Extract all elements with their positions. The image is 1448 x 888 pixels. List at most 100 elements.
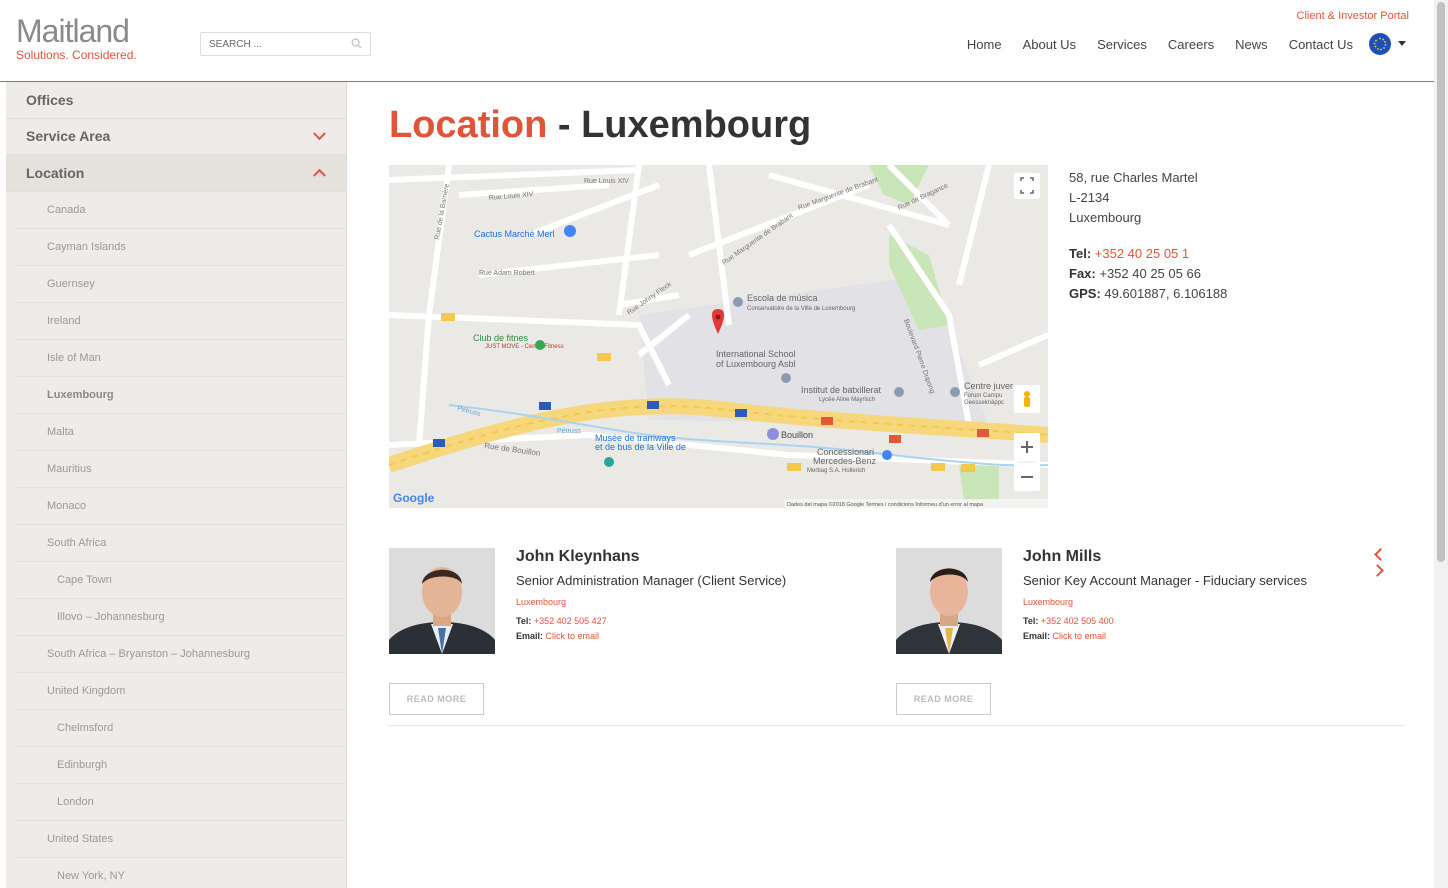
- sidebar-location-item[interactable]: Mauritius: [16, 451, 346, 488]
- title-accent: Location: [389, 104, 548, 146]
- svg-text:Centre juver: Centre juver: [964, 381, 1013, 391]
- site-header: Maitland Solutions. Considered. Client &…: [0, 0, 1434, 82]
- svg-text:Merbag S.A. Hollerich: Merbag S.A. Hollerich: [807, 468, 865, 474]
- read-more-button[interactable]: READ MORE: [896, 683, 991, 715]
- sidebar-location-item[interactable]: United States: [16, 821, 346, 858]
- sidebar-location-item[interactable]: Cayman Islands: [16, 229, 346, 266]
- logo-name: Maitland: [16, 13, 130, 49]
- staff-email-link[interactable]: Click to email: [546, 631, 600, 641]
- staff-tel: Tel: +352 402 505 400: [1023, 616, 1114, 626]
- client-portal-link[interactable]: Client & Investor Portal: [1297, 10, 1410, 22]
- address-fax: Fax: +352 40 25 05 66: [1069, 266, 1201, 281]
- nav-news[interactable]: News: [1235, 37, 1268, 52]
- sidebar-location-item[interactable]: Cape Town: [16, 562, 346, 599]
- location-list: Canada Cayman Islands Guernsey Ireland Isle …: [6, 192, 346, 888]
- tel-link[interactable]: +352 40 25 05 1: [1095, 246, 1189, 261]
- sidebar-location-item[interactable]: Edinburgh: [16, 747, 346, 784]
- svg-text:Geesseknäppc: Geesseknäppc: [964, 400, 1004, 406]
- scrollbar-thumb[interactable]: [1437, 2, 1445, 562]
- staff-tel-link[interactable]: +352 402 505 427: [534, 616, 607, 626]
- nav-contact-us[interactable]: Contact Us: [1289, 37, 1353, 52]
- staff-location: Luxembourg: [516, 597, 567, 607]
- staff-name: John Kleynhans: [516, 548, 640, 565]
- sidebar-item-location[interactable]: Location: [6, 155, 346, 192]
- svg-text:International School: International School: [716, 349, 796, 359]
- map-label-cactus: Cactus Marché Merl: [474, 229, 555, 239]
- svg-text:Pétruss: Pétruss: [557, 428, 581, 435]
- search-input[interactable]: [201, 33, 341, 55]
- staff-photo: [896, 548, 1002, 654]
- carousel-arrows: [1373, 546, 1404, 578]
- svg-text:Institut de batxillerat: Institut de batxillerat: [801, 385, 882, 395]
- address-line-1: 58, rue Charles Martel: [1069, 170, 1198, 185]
- sidebar-location-item[interactable]: Ireland: [16, 303, 346, 340]
- main-nav: Home About Us Services Careers News Cont…: [946, 37, 1353, 52]
- address-line-3: Luxembourg: [1069, 210, 1142, 225]
- svg-text:Lycée Aline Mayrisch: Lycée Aline Mayrisch: [819, 397, 875, 403]
- staff-tel: Tel: +352 402 505 427: [516, 616, 607, 626]
- nav-home[interactable]: Home: [967, 37, 1002, 52]
- sidebar-location-item[interactable]: Guernsey: [16, 266, 346, 303]
- sidebar-location-item[interactable]: United Kingdom: [16, 673, 346, 710]
- staff-email: Email: Click to email: [1023, 631, 1107, 641]
- staff-name: John Mills: [1023, 548, 1102, 565]
- staff-location: Luxembourg: [1023, 597, 1074, 607]
- svg-text:Bouillon: Bouillon: [781, 430, 813, 440]
- sidebar-location-item[interactable]: Malta: [16, 414, 346, 451]
- logo[interactable]: Maitland Solutions. Considered.: [16, 14, 137, 62]
- language-globe-icon[interactable]: [1369, 33, 1391, 55]
- staff-tel-link[interactable]: +352 402 505 400: [1041, 616, 1114, 626]
- address-gps: GPS: 49.601887, 6.106188: [1069, 286, 1228, 301]
- sidebar-item-label: Offices: [26, 91, 74, 108]
- staff-photo: [389, 548, 495, 654]
- svg-text:Escola de música: Escola de música: [747, 293, 818, 303]
- address-line-2: L-2134: [1069, 190, 1110, 205]
- svg-text:Google: Google: [393, 491, 435, 505]
- sidebar-location-item[interactable]: South Africa – Bryanston – Johannesburg: [16, 636, 346, 673]
- sidebar-location-item[interactable]: Illovo – Johannesburg: [16, 599, 346, 636]
- search-box: [200, 32, 371, 56]
- nav-services[interactable]: Services: [1097, 37, 1147, 52]
- svg-text:Rue Louis XIV: Rue Louis XIV: [584, 178, 629, 185]
- sidebar-item-offices[interactable]: Offices: [6, 82, 346, 119]
- chevron-down-icon[interactable]: [313, 127, 326, 141]
- sidebar-location-item[interactable]: Monaco: [16, 488, 346, 525]
- sidebar-location-item[interactable]: Chelmsford: [16, 710, 346, 747]
- chevron-left-icon[interactable]: [1373, 547, 1385, 559]
- page-title: Location - Luxembourg: [389, 104, 811, 147]
- sidebar-location-item[interactable]: London: [16, 784, 346, 821]
- logo-tagline: Solutions. Considered.: [16, 48, 137, 62]
- svg-text:Mercedes-Benz: Mercedes-Benz: [813, 456, 877, 466]
- chevron-right-icon[interactable]: [1373, 563, 1385, 575]
- page-scrollbar[interactable]: [1434, 0, 1448, 888]
- sidebar-item-label: Service Area: [26, 128, 111, 145]
- chevron-up-icon[interactable]: [313, 168, 326, 182]
- svg-text:et de bus de la Ville de: et de bus de la Ville de: [595, 442, 686, 452]
- sidebar-item-service-area[interactable]: Service Area: [6, 119, 346, 155]
- staff-role: Senior Administration Manager (Client Se…: [516, 573, 787, 588]
- read-more-button[interactable]: READ MORE: [389, 683, 484, 715]
- sidebar-location-item[interactable]: Luxembourg: [16, 377, 346, 414]
- google-map[interactable]: Rue Louis XIV Rue Louis XIV Rue Adam Rob…: [389, 165, 1048, 508]
- staff-email-link[interactable]: Click to email: [1053, 631, 1107, 641]
- svg-text:Dades del mapa ©2018 Google: Dades del mapa ©2018 Google Termes i con…: [787, 501, 984, 508]
- nav-careers[interactable]: Careers: [1168, 37, 1214, 52]
- language-caret-icon[interactable]: [1398, 41, 1406, 46]
- sidebar-location-item[interactable]: South Africa: [16, 525, 346, 562]
- staff-role: Senior Key Account Manager - Fiduciary s…: [1023, 573, 1307, 588]
- svg-text:Forum Campu: Forum Campu: [964, 393, 1002, 399]
- sidebar: Offices Service Area Location Canada Caym…: [6, 82, 347, 888]
- sidebar-location-item[interactable]: New York, NY: [16, 858, 346, 888]
- address-tel: Tel: +352 40 25 05 1: [1069, 246, 1190, 261]
- office-address: 58, rue Charles Martel L-2134 Luxembourg…: [1069, 168, 1227, 304]
- map-fullscreen-button[interactable]: [1014, 173, 1040, 199]
- svg-text:Conservatoire de la Ville de L: Conservatoire de la Ville de Luxembourg: [747, 306, 855, 312]
- nav-about-us[interactable]: About Us: [1023, 37, 1076, 52]
- sidebar-location-item[interactable]: Isle of Man: [16, 340, 346, 377]
- staff-email: Email: Click to email: [516, 631, 600, 641]
- sidebar-location-item[interactable]: Canada: [16, 192, 346, 229]
- svg-text:Rue Adam Robert: Rue Adam Robert: [479, 270, 535, 277]
- title-rest: - Luxembourg: [547, 104, 812, 146]
- search-icon[interactable]: [351, 38, 362, 49]
- sidebar-item-label: Location: [26, 164, 85, 181]
